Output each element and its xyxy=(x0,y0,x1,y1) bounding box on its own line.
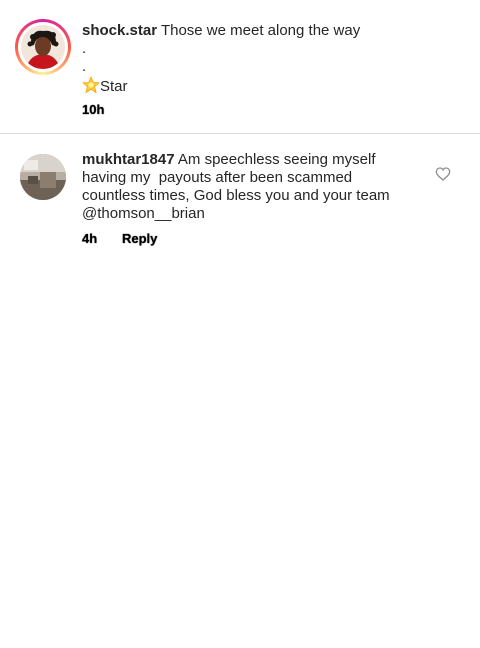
comment-mention[interactable]: @thomson__brian xyxy=(82,205,205,223)
star-emoji-icon xyxy=(82,76,100,94)
avatar-photo-icon xyxy=(20,154,66,200)
comment-item: mukhtar1847 Am speechless seeing myself … xyxy=(0,134,480,254)
reply-button[interactable]: Reply xyxy=(122,231,157,246)
caption-star-text: Star xyxy=(100,78,128,95)
caption-dot-2: . xyxy=(82,58,87,75)
caption-avatar[interactable] xyxy=(15,19,71,75)
heart-outline-icon xyxy=(435,167,451,181)
avatar-portrait-icon xyxy=(21,25,65,69)
caption-star-line: Star xyxy=(82,76,128,96)
like-button[interactable] xyxy=(435,166,451,182)
avatar-ring-gap xyxy=(18,22,68,72)
caption-username[interactable]: shock.star xyxy=(82,22,157,39)
comment-text-line-2: having my payouts after been scammed xyxy=(82,169,353,186)
comment-username[interactable]: mukhtar1847 xyxy=(82,151,175,168)
caption-timestamp: 10h xyxy=(82,102,105,117)
caption-first-line: shock.star Those we meet along the way xyxy=(82,22,360,40)
comment-timestamp: 4h xyxy=(82,231,98,246)
comment-text-line-1: Am speechless seeing myself xyxy=(177,151,376,168)
caption-text: Those we meet along the way xyxy=(160,22,361,39)
comment-avatar[interactable] xyxy=(20,154,66,200)
comment-first-line: mukhtar1847 Am speechless seeing myself xyxy=(82,151,376,169)
avatar-photo xyxy=(21,25,65,69)
caption-dot-1: . xyxy=(82,40,87,57)
post-caption: shock.star Those we meet along the way .… xyxy=(0,0,480,133)
comment-text-line-3: countless times, God bless you and your … xyxy=(82,187,390,204)
